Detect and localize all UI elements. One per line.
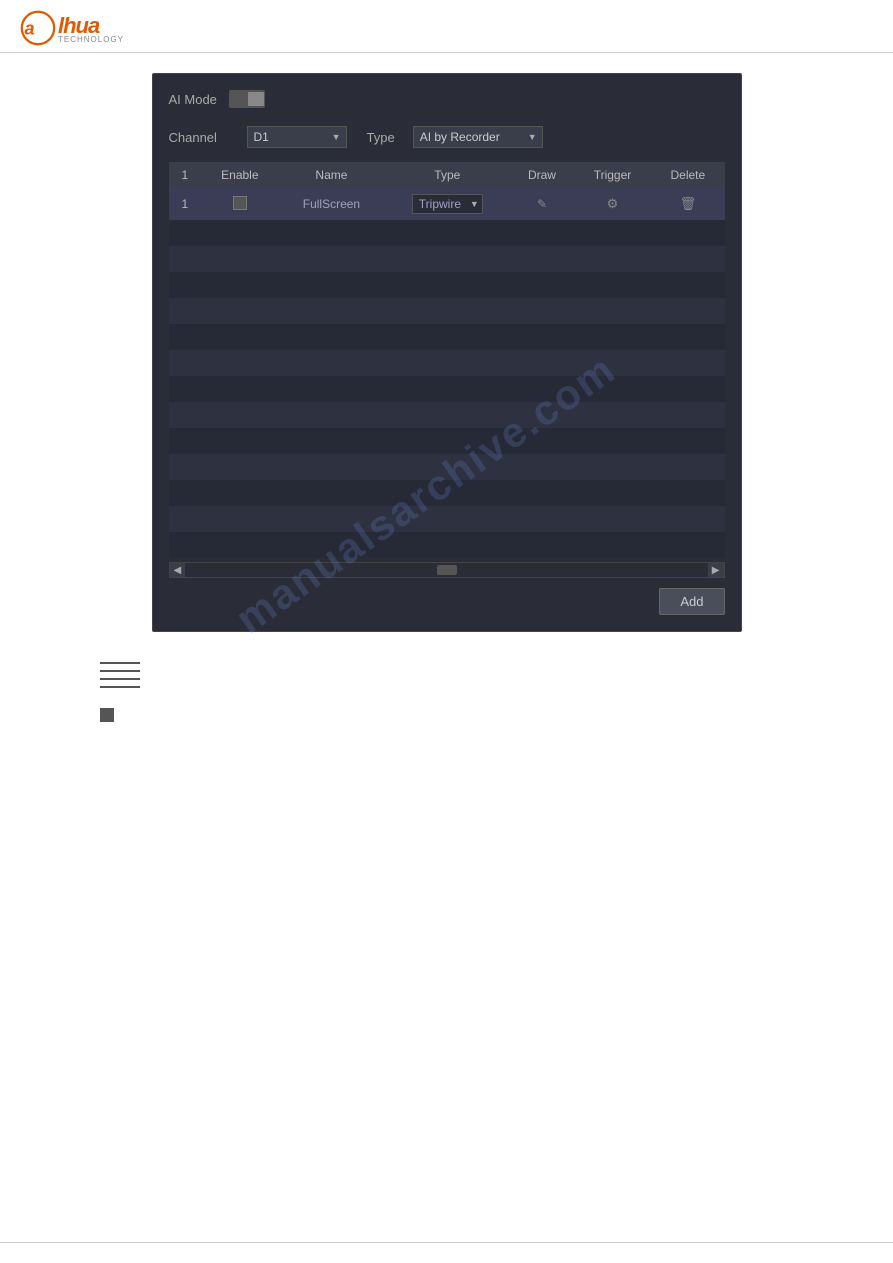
channel-label: Channel: [169, 130, 229, 145]
scroll-track[interactable]: [185, 563, 708, 577]
logo: a lhua TECHNOLOGY: [20, 10, 124, 46]
channel-row: Channel D1 ▼ Type AI by Recorder ▼: [169, 126, 725, 148]
table-row: 1 FullScreen Tripwire ▼: [169, 188, 725, 220]
col-trigger: Trigger: [574, 162, 651, 188]
table-row: [169, 272, 725, 298]
scroll-thumb[interactable]: [437, 565, 457, 575]
add-button-row: Add: [169, 588, 725, 615]
table-row: [169, 350, 725, 376]
main-content: AI Mode Channel D1 ▼ Type AI by Recorder…: [0, 53, 893, 745]
row-delete[interactable]: 🗑: [651, 188, 724, 220]
table-row: [169, 454, 725, 480]
col-type: Type: [384, 162, 510, 188]
col-delete: Delete: [651, 162, 724, 188]
page-header: a lhua TECHNOLOGY: [0, 0, 893, 53]
type-dropdown[interactable]: Tripwire: [412, 194, 483, 214]
col-index: 1: [169, 162, 202, 188]
below-panel-content: [50, 662, 843, 725]
dahua-logo-icon: a: [20, 10, 56, 46]
horizontal-scrollbar[interactable]: ◀ ▶: [169, 562, 725, 578]
scroll-right-button[interactable]: ▶: [708, 563, 724, 577]
table-header-row: 1 Enable Name Type Draw Trigger Delete: [169, 162, 725, 188]
row-name: FullScreen: [278, 188, 384, 220]
bottom-divider: [0, 1242, 893, 1243]
delete-trash-icon[interactable]: 🗑: [680, 196, 697, 211]
logo-text: lhua: [58, 13, 99, 38]
col-name: Name: [278, 162, 384, 188]
type-select[interactable]: AI by Recorder: [413, 126, 543, 148]
pencil-icon-small: [100, 708, 114, 722]
type-label: Type: [367, 130, 395, 145]
rules-table: 1 Enable Name Type Draw Trigger Delete 1…: [169, 162, 725, 558]
row-trigger[interactable]: ⚙: [574, 188, 651, 220]
channel-select[interactable]: D1: [247, 126, 347, 148]
trigger-gear-icon[interactable]: ⚙: [607, 196, 619, 211]
logo-subtitle: TECHNOLOGY: [58, 35, 124, 44]
toggle-thumb: [248, 92, 264, 106]
type-select-wrapper: AI by Recorder ▼: [413, 126, 543, 148]
table-row: [169, 532, 725, 558]
row-draw[interactable]: ✎: [510, 188, 574, 220]
svg-text:a: a: [25, 18, 35, 38]
ai-mode-row: AI Mode: [169, 90, 725, 108]
scroll-left-button[interactable]: ◀: [170, 563, 186, 577]
table-row: [169, 428, 725, 454]
col-draw: Draw: [510, 162, 574, 188]
ai-settings-panel: AI Mode Channel D1 ▼ Type AI by Recorder…: [152, 73, 742, 632]
table-row: [169, 480, 725, 506]
table-row: [169, 220, 725, 246]
ai-mode-label: AI Mode: [169, 92, 217, 107]
type-dropdown-wrapper: Tripwire ▼: [412, 194, 483, 214]
draw-edit-icon[interactable]: ✎: [537, 197, 547, 211]
table-row: [169, 246, 725, 272]
add-button[interactable]: Add: [659, 588, 724, 615]
table-row: [169, 324, 725, 350]
table-row: [169, 506, 725, 532]
channel-select-wrapper: D1 ▼: [247, 126, 347, 148]
dash-line-2: [100, 670, 140, 672]
row-enable[interactable]: [201, 188, 278, 220]
enable-checkbox[interactable]: [233, 196, 247, 210]
table-row: [169, 298, 725, 324]
row-index: 1: [169, 188, 202, 220]
table-row: [169, 402, 725, 428]
table-row: [169, 376, 725, 402]
dash-line-3: [100, 678, 140, 680]
ai-mode-toggle[interactable]: [229, 90, 265, 108]
dash-line-1: [100, 662, 140, 664]
row-type: Tripwire ▼: [384, 188, 510, 220]
col-enable: Enable: [201, 162, 278, 188]
dash-line-4: [100, 686, 140, 688]
